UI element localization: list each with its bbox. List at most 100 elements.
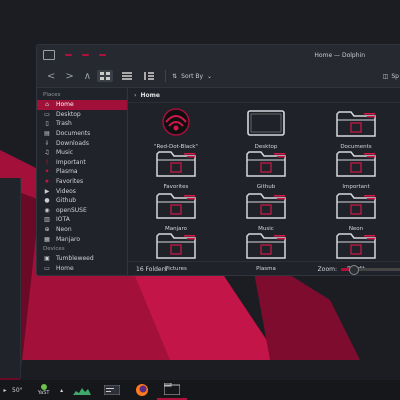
- folder-icon: [336, 111, 376, 137]
- device-item-tumbleweed[interactable]: ▣ Tumbleweed: [37, 254, 127, 264]
- sidebar-item-documents[interactable]: ▤ Documents: [37, 129, 127, 139]
- folder-item[interactable]: Github: [236, 148, 296, 190]
- opensuse-icon: ◉: [44, 206, 50, 214]
- folder-item[interactable]: Neon: [326, 190, 386, 232]
- documents-icon: ▤: [44, 130, 50, 138]
- desktop-icon: ▭: [44, 110, 50, 118]
- sort-by-button[interactable]: ⇅ Sort By ⌄: [172, 73, 212, 80]
- sidebar-item-label: Videos: [56, 187, 76, 195]
- important-icon: !: [45, 158, 49, 166]
- folder-item[interactable]: Music: [236, 190, 296, 232]
- toolbar-separator: [165, 70, 167, 82]
- folder-icon: [246, 193, 286, 219]
- up-arrow-icon[interactable]: ▴: [57, 380, 67, 400]
- github-icon: ●: [44, 197, 50, 205]
- breadcrumb-home[interactable]: Home: [140, 92, 159, 99]
- details-view-button[interactable]: [141, 70, 157, 82]
- chevron-down-icon: ⌄: [207, 72, 213, 80]
- temperature: 50°: [12, 386, 23, 394]
- places-heading: Places: [43, 92, 61, 98]
- sidebar-item-label: Important: [56, 158, 86, 166]
- folder-icon: [156, 233, 196, 259]
- zoom-slider[interactable]: [341, 264, 400, 275]
- file-view[interactable]: › Home "Red-Dot-Black" Desktop Documents Fa…: [128, 88, 400, 275]
- compact-view-button[interactable]: [119, 70, 135, 82]
- chevron-right-icon: ›: [134, 91, 137, 99]
- folder-count: 16 Folders: [136, 265, 168, 273]
- sidebar-item-videos[interactable]: ▶ Videos: [37, 186, 127, 196]
- yast-label: YaST: [37, 390, 50, 396]
- sidebar-item-github[interactable]: ● Github: [37, 196, 127, 206]
- folder-item[interactable]: Favorites: [146, 148, 206, 190]
- home-icon: ⌂: [45, 101, 49, 109]
- sidebar-item-home[interactable]: ⌂ Home: [37, 100, 127, 110]
- forward-icon[interactable]: >: [65, 71, 73, 82]
- sidebar-item-label: Trash: [56, 120, 72, 128]
- toolbar: < > ∧ ⇅ Sort By ⌄ ◫ Sp: [37, 65, 400, 88]
- sidebar-item-iota[interactable]: ▥ IOTA: [37, 215, 127, 225]
- taskbar: ▸ 50° YaST ▴: [0, 380, 400, 400]
- folder-item[interactable]: Important: [326, 148, 386, 190]
- sidebar-item-downloads[interactable]: ⇩ Downloads: [37, 138, 127, 148]
- split-label: Sp: [391, 72, 399, 80]
- folder-item[interactable]: "Red-Dot-Black": [146, 108, 206, 150]
- firefox-icon[interactable]: [127, 380, 157, 400]
- split-icon: ◫: [382, 72, 389, 80]
- user-avatar-icon: [162, 108, 190, 136]
- background-window[interactable]: [0, 178, 21, 378]
- sidebar-item-trash[interactable]: ▯ Trash: [37, 119, 127, 129]
- folder-icon: [336, 193, 376, 219]
- compact-view-icon: [122, 72, 133, 80]
- manjaro-icon: ▦: [44, 235, 50, 243]
- sidebar-item-label: Home: [56, 101, 74, 109]
- status-bar: 16 Folders Zoom:: [128, 261, 400, 275]
- up-icon[interactable]: ∧: [84, 71, 91, 82]
- back-icon[interactable]: <: [47, 71, 55, 82]
- trash-icon: ▯: [45, 120, 49, 128]
- close-button[interactable]: [65, 54, 72, 56]
- folder-item[interactable]: Manjaro: [146, 190, 206, 232]
- device-item-label: Home: [56, 264, 74, 272]
- maximize-button[interactable]: [99, 54, 106, 56]
- sidebar-item-label: Desktop: [56, 110, 81, 118]
- window-title: Home — Dolphin: [314, 51, 365, 59]
- icons-view-button[interactable]: [97, 70, 114, 82]
- sidebar-item-plasma[interactable]: ✦ Plasma: [37, 167, 127, 177]
- dolphin-task-icon[interactable]: [156, 380, 187, 400]
- places-panel: Places ⌂ Home ▭ Desktop ▯ Trash ▤ Documents ⇩ Dow…: [37, 88, 128, 275]
- sidebar-item-desktop[interactable]: ▭ Desktop: [37, 110, 127, 120]
- sidebar-item-music[interactable]: ♫ Music: [37, 148, 127, 158]
- desktop-icon: [247, 110, 285, 136]
- folder-icon: [336, 151, 376, 177]
- plasma-icon: ✦: [44, 168, 50, 176]
- sidebar-item-opensuse[interactable]: ◉ openSUSE: [37, 206, 127, 216]
- breadcrumb[interactable]: › Home: [128, 88, 400, 103]
- iota-icon: ▥: [44, 216, 50, 224]
- folder-item[interactable]: Documents: [326, 108, 386, 150]
- device-item-home[interactable]: ▭ Home: [37, 264, 127, 274]
- split-button[interactable]: ◫ Sp: [383, 73, 399, 80]
- sidebar-item-neon[interactable]: ⊕ Neon: [37, 225, 127, 235]
- folder-icon: [336, 233, 376, 259]
- sidebar-item-manjaro[interactable]: ▦ Manjaro: [37, 234, 127, 244]
- system-monitor-icon[interactable]: [67, 380, 97, 400]
- sidebar-item-important[interactable]: ! Important: [37, 158, 127, 168]
- sidebar-item-label: Github: [56, 197, 77, 205]
- folder-item[interactable]: Desktop: [236, 108, 296, 150]
- folder-icon: [246, 233, 286, 259]
- dolphin-window: Home — Dolphin < > ∧ ⇅ Sort By ⌄ ◫ Sp Pl…: [36, 44, 400, 276]
- title-bar[interactable]: Home — Dolphin: [37, 45, 400, 65]
- zoom-handle[interactable]: [349, 264, 359, 275]
- sidebar-item-label: IOTA: [56, 216, 70, 224]
- yast-launcher[interactable]: YaST: [31, 380, 57, 400]
- terminal-icon[interactable]: [97, 380, 127, 400]
- sidebar-item-label: Music: [56, 149, 74, 157]
- minimize-button[interactable]: [82, 54, 89, 56]
- sidebar-item-label: Downloads: [56, 139, 89, 147]
- sidebar-item-label: Favorites: [56, 178, 84, 186]
- sidebar-item-label: Documents: [56, 130, 91, 138]
- zoom-control: Zoom:: [318, 264, 400, 275]
- downloads-icon: ⇩: [44, 139, 50, 147]
- sidebar-item-favorites[interactable]: ★ Favorites: [37, 177, 127, 187]
- task-left-arrow[interactable]: ▸: [0, 380, 10, 400]
